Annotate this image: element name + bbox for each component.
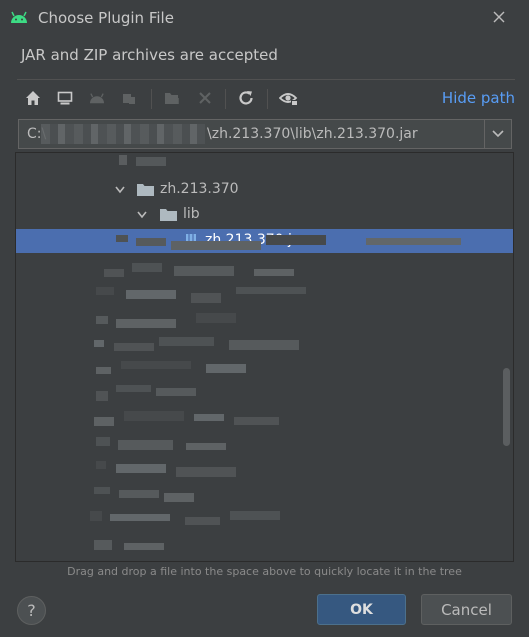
redacted-tree-item bbox=[124, 411, 184, 421]
redacted-tree-item bbox=[254, 269, 294, 276]
path-input[interactable]: C:\ \zh.213.370\lib\zh.213.370.jar bbox=[18, 119, 484, 149]
redacted-tree-item bbox=[94, 487, 110, 494]
new-folder-icon[interactable] bbox=[162, 87, 184, 109]
path-history-dropdown[interactable] bbox=[484, 119, 512, 149]
close-icon[interactable] bbox=[491, 9, 507, 25]
toolbar-separator bbox=[225, 89, 226, 109]
show-hidden-icon[interactable] bbox=[278, 87, 300, 109]
android-studio-icon bbox=[11, 11, 27, 23]
folder-icon bbox=[137, 184, 154, 196]
redacted-tree-item bbox=[186, 443, 226, 450]
redacted-tree-item bbox=[110, 514, 170, 521]
chevron-down-icon bbox=[115, 186, 125, 194]
redacted-tree-item bbox=[236, 287, 306, 294]
redacted-tree-item bbox=[96, 391, 108, 401]
window-title: Choose Plugin File bbox=[38, 9, 174, 27]
folder-label: lib bbox=[183, 206, 200, 222]
redacted-tree-item bbox=[96, 461, 106, 469]
redacted-tree-item bbox=[366, 238, 461, 245]
redacted-tree-item bbox=[124, 543, 164, 550]
redacted-tree-item bbox=[164, 493, 194, 502]
path-suffix: \zh.213.370\lib\zh.213.370.jar bbox=[207, 126, 418, 142]
chevron-down-icon bbox=[137, 211, 147, 219]
home-icon[interactable] bbox=[22, 87, 44, 109]
module-icon[interactable] bbox=[118, 87, 140, 109]
scrollbar-thumb[interactable] bbox=[503, 368, 510, 446]
redacted-tree-item bbox=[191, 293, 221, 303]
redacted-tree-item bbox=[126, 290, 176, 299]
redacted-tree-item bbox=[136, 157, 166, 166]
redacted-tree-item bbox=[229, 340, 299, 350]
redacted-tree-item bbox=[104, 269, 124, 277]
redacted-tree-item bbox=[116, 235, 128, 242]
redacted-tree-item bbox=[196, 313, 236, 323]
redacted-tree-item bbox=[194, 414, 224, 421]
redacted-tree-item bbox=[266, 235, 326, 245]
redacted-tree-item bbox=[114, 343, 154, 351]
redacted-tree-item bbox=[156, 388, 196, 396]
redacted-tree-item bbox=[96, 437, 110, 446]
redacted-tree-item bbox=[176, 467, 236, 477]
redacted-tree-item bbox=[94, 417, 114, 426]
delete-icon[interactable] bbox=[194, 87, 216, 109]
redacted-tree-item bbox=[116, 319, 176, 328]
redacted-tree-item bbox=[174, 266, 234, 276]
cancel-button[interactable]: Cancel bbox=[421, 594, 512, 625]
toolbar-separator bbox=[151, 89, 152, 109]
redacted-tree-item bbox=[159, 337, 214, 346]
tree-row-folder[interactable]: lib bbox=[16, 203, 513, 227]
tree-row-folder[interactable]: zh.213.370 bbox=[16, 178, 513, 202]
redacted-tree-item bbox=[171, 241, 261, 250]
redacted-tree-item bbox=[132, 263, 162, 272]
title-bar: Choose Plugin File bbox=[0, 0, 529, 38]
redacted-tree-item bbox=[94, 340, 104, 347]
redacted-tree-item bbox=[230, 511, 280, 520]
redacted-tree-item bbox=[94, 540, 112, 550]
refresh-icon[interactable] bbox=[235, 87, 257, 109]
desktop-icon[interactable] bbox=[54, 87, 76, 109]
hide-path-link[interactable]: Hide path bbox=[442, 89, 515, 107]
redacted-tree-item bbox=[90, 511, 102, 521]
redacted-tree-item bbox=[136, 238, 166, 246]
redacted-tree-item bbox=[234, 417, 279, 425]
redacted-tree-item bbox=[119, 490, 159, 498]
ok-button[interactable]: OK bbox=[317, 594, 406, 625]
divider bbox=[17, 79, 515, 80]
folder-label: zh.213.370 bbox=[160, 181, 239, 197]
redacted-tree-item bbox=[116, 385, 151, 392]
redacted-path-segment bbox=[41, 124, 205, 144]
dialog-description: JAR and ZIP archives are accepted bbox=[21, 46, 278, 64]
redacted-tree-item bbox=[121, 361, 191, 369]
help-button[interactable]: ? bbox=[17, 596, 46, 625]
redacted-tree-item bbox=[96, 367, 111, 374]
folder-icon bbox=[160, 209, 177, 221]
redacted-tree-item bbox=[118, 440, 173, 450]
redacted-tree-item bbox=[96, 287, 114, 295]
drag-drop-hint: Drag and drop a file into the space abov… bbox=[67, 565, 462, 578]
redacted-tree-item bbox=[206, 364, 246, 373]
chevron-down-icon bbox=[492, 130, 504, 138]
redacted-tree-item bbox=[116, 464, 166, 473]
redacted-tree-item bbox=[185, 517, 220, 525]
redacted-tree-item bbox=[119, 155, 127, 165]
file-tree[interactable]: zh.213.370 lib zh.213.370.jar bbox=[15, 152, 514, 562]
redacted-tree-item bbox=[96, 316, 108, 324]
toolbar-separator bbox=[267, 89, 268, 109]
android-icon[interactable] bbox=[86, 87, 108, 109]
